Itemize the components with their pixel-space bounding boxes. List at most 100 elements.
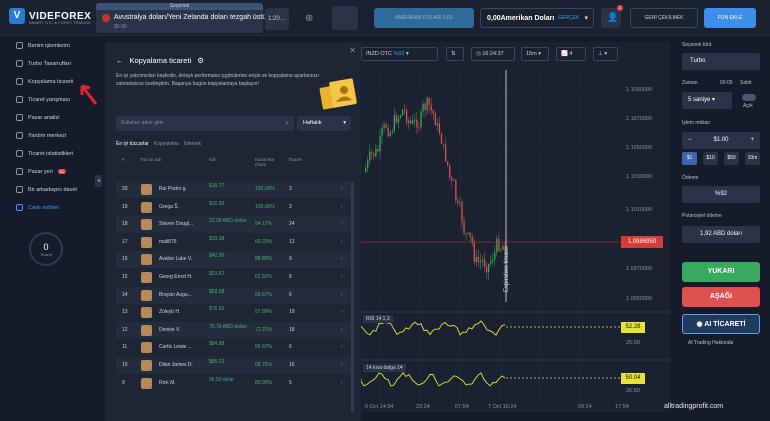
back-arrow-icon[interactable]: ←	[116, 56, 124, 65]
top-bar: V VIDEFOREX BINARY OTC & FOREX TRADING S…	[0, 0, 770, 36]
table-row[interactable]: 17 mali876 $39.38 69.23% 13 ›	[116, 234, 351, 251]
sidebar-item-label: Pazar analizi	[28, 114, 60, 121]
sidebar-item-turbo[interactable]: Turbo Tasarrufları	[16, 60, 71, 67]
scrollbar[interactable]	[351, 182, 354, 412]
candle	[500, 249, 502, 251]
quick-amount-50[interactable]: $50	[724, 152, 739, 165]
row-rate: 80.00%	[255, 379, 272, 386]
row-profit: $42.00	[209, 253, 225, 260]
sidebar-item-live-chat[interactable]: Canlı sohbet	[16, 204, 59, 211]
asset-tab-2[interactable]: 1:20…	[265, 8, 289, 30]
minus-icon[interactable]: −	[688, 132, 692, 149]
sidebar-item-copy-trading[interactable]: Kopyalama ticareti	[16, 78, 73, 85]
panel-title: Kopyalama ticareti	[129, 56, 192, 65]
down-button[interactable]: AŞAĞI	[682, 287, 760, 307]
chevron-right-icon[interactable]: ›	[341, 309, 343, 315]
row-name: Züleyb H.	[159, 309, 181, 316]
payout-value: %92	[682, 186, 760, 203]
table-row[interactable]: 14 Brayan Augu... $68.08 66.67% 6 ›	[116, 286, 351, 304]
deposit-button[interactable]: FON EKLE	[704, 8, 756, 28]
fixed-toggle[interactable]	[742, 94, 756, 101]
copy-trading-panel: ✕ ← Kopyalama ticareti ⚙ En iyi yatırımc…	[105, 42, 361, 421]
price-chart[interactable]	[361, 42, 670, 412]
treasure-box-icon[interactable]	[332, 6, 358, 30]
sidebar-item-invite[interactable]: Bir arkadaşını davet	[16, 186, 77, 193]
amount-value: $1.00	[713, 137, 729, 143]
quick-amount-10m[interactable]: 10m	[745, 152, 760, 165]
table-row[interactable]: 11 Curtis Lewis ... $84.88 66.67% 6 ›	[116, 339, 351, 356]
potential-label: Potansiyel ödeme	[682, 213, 722, 219]
asset-tab-name: Avustralya doları/Yeni Zelanda doları te…	[114, 14, 267, 21]
logo[interactable]: V VIDEFOREX BINARY OTC & FOREX TRADING	[9, 8, 91, 25]
time-label: 07:54	[455, 404, 469, 410]
chevron-right-icon[interactable]: ›	[341, 344, 343, 350]
row-name: Rui Pedro g.	[159, 186, 187, 192]
chevron-right-icon[interactable]: ›	[341, 186, 343, 192]
row-name: Rick M.	[159, 379, 176, 386]
sidebar-item-market[interactable]: Pazar yeri 11	[16, 168, 66, 175]
row-trades: 19	[289, 309, 295, 316]
row-rate: 62.50%	[255, 274, 272, 280]
chevron-right-icon[interactable]: ›	[341, 221, 343, 227]
chevron-right-icon[interactable]: ›	[341, 256, 343, 262]
settings-icon[interactable]: ⚙	[197, 56, 204, 65]
table-row[interactable]: 18 Steven Dougl... 22,99 ABD doları 54.17% 2…	[116, 216, 351, 234]
sidebar-item-analysis[interactable]: Pazar analizi	[16, 114, 60, 121]
table-row[interactable]: 10 Dilan James D. $85.23 68.75% 16 ›	[116, 357, 351, 374]
up-button[interactable]: YUKARI	[682, 262, 760, 282]
chevron-right-icon[interactable]: ›	[341, 274, 343, 280]
asset-tab[interactable]: Seçenek Avustralya doları/Yeni Zelanda d…	[96, 3, 267, 33]
candle	[473, 242, 475, 262]
table-row[interactable]: 19 Grega Š. $16.96 100,00% 3 ›	[116, 199, 351, 216]
row-rank: 18	[122, 221, 128, 228]
plus-icon[interactable]: +	[750, 132, 754, 149]
table-row[interactable]: 16 Avalon Luke V. $42.00 88.89% 9 ›	[116, 251, 351, 269]
chevron-right-icon[interactable]: ›	[341, 292, 343, 298]
ai-about-link[interactable]: AI Trading Hakkında	[688, 340, 733, 346]
tab-watch[interactable]: İzlemek	[184, 141, 201, 147]
candle	[373, 153, 375, 157]
type-select[interactable]: Turbo	[682, 53, 760, 70]
chevron-right-icon[interactable]: ›	[341, 380, 343, 386]
close-icon[interactable]: ✕	[349, 46, 356, 55]
chevron-right-icon[interactable]: ›	[341, 204, 343, 210]
chevron-right-icon[interactable]: ›	[341, 239, 343, 245]
chevron-right-icon[interactable]: ›	[341, 362, 343, 368]
add-tab-icon[interactable]: ⊕	[305, 13, 313, 24]
time-label: 7 Oct 16:24	[488, 404, 517, 410]
tab-top-traders[interactable]: En iyi tüccarlar	[116, 141, 149, 147]
logo-icon: V	[9, 8, 25, 24]
expiration-label: Expiration time	[504, 252, 510, 292]
collapse-sidebar-button[interactable]: ◂	[95, 175, 102, 187]
quick-amount-10[interactable]: $10	[703, 152, 718, 165]
sidebar-item-stats[interactable]: Ticaret istatistikleri	[16, 150, 73, 157]
table-row[interactable]: 12 Denise V. 76,76 ABD doları 72.22% 18 ›	[116, 321, 351, 339]
trophy-icon	[16, 96, 23, 103]
sidebar-item-my-trades[interactable]: Benim işlemlerim	[16, 42, 70, 49]
row-rate: 100,00%	[255, 203, 275, 210]
sidebar-item-competition[interactable]: Ticaret yarışması	[16, 96, 70, 103]
currency-button[interactable]: AMERİKAN DOLARI 0,00	[374, 8, 474, 28]
search-input[interactable]: Kullanıcı adını girin ⌕	[116, 116, 294, 131]
chevron-right-icon[interactable]: ›	[341, 327, 343, 333]
price-label: 1.1070000	[626, 116, 652, 122]
ai-trading-button[interactable]: ◉ AI TİCARETİ	[682, 314, 760, 334]
amount-input[interactable]: − $1.00 +	[682, 132, 760, 149]
table-row[interactable]: 15 Georg Ernst H. $53.62 62.50% 8 ›	[116, 269, 351, 286]
candle	[424, 103, 426, 111]
row-profit: $76.65	[209, 306, 225, 313]
sidebar-item-help[interactable]: Yardım merkezi	[16, 132, 66, 139]
table-row[interactable]: 13 Züleyb H. $76.65 57.89% 19 ›	[116, 304, 351, 321]
osc-value: 50.04	[621, 373, 645, 384]
balance-selector[interactable]: 0,00Amerikan Doları GERÇEK ▾	[480, 8, 594, 28]
profile-button[interactable]: 👤 1	[601, 5, 623, 28]
table-row[interactable]: 20 Rui Pedro g. $16.77 100,00% 3 ›	[116, 181, 351, 198]
period-select[interactable]: Haftalık ▾	[297, 116, 351, 131]
sidebar-item-label: Benim işlemlerim	[28, 42, 70, 49]
withdraw-button[interactable]: GERİ ÇEKİLMEK	[630, 8, 698, 28]
table-row[interactable]: 9 Rick M. 96,50 dolar 80.00% 5 ›	[116, 375, 351, 392]
tab-copying[interactable]: Kopyalama	[154, 141, 179, 147]
candle	[401, 109, 404, 116]
time-select[interactable]: 5 saniye ▾	[682, 92, 732, 109]
quick-amount-1[interactable]: $1	[682, 152, 697, 165]
